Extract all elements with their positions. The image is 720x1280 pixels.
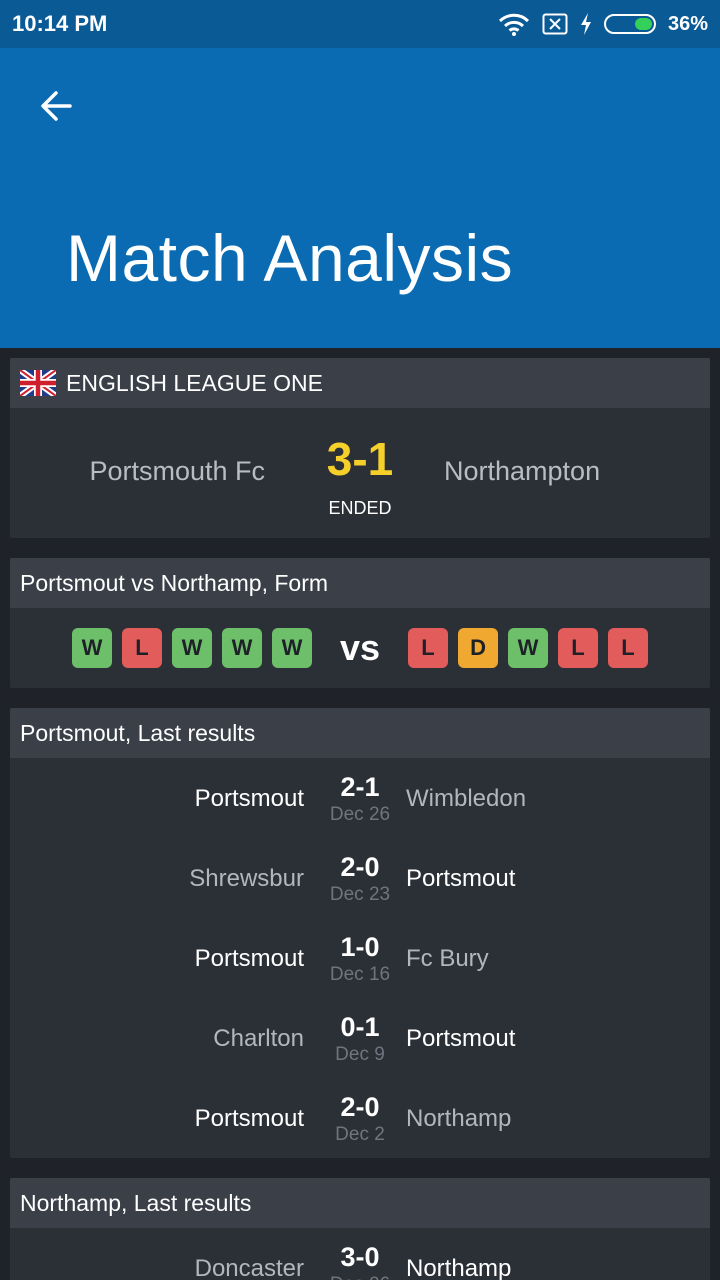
result-score: 2-0 bbox=[340, 1092, 380, 1122]
form-badge: W bbox=[71, 628, 112, 668]
sim-missing-icon bbox=[542, 13, 568, 35]
form-header: Portsmout vs Northamp, Form bbox=[10, 558, 710, 608]
result-score: 0-1 bbox=[340, 1012, 380, 1042]
form-badge: W bbox=[271, 628, 312, 668]
battery-icon bbox=[603, 14, 656, 34]
match-card[interactable]: ENGLISH LEAGUE ONE Portsmouth Fc 3-1 END… bbox=[10, 358, 710, 538]
result-row[interactable]: Portsmout 1-0 Dec 16 Fc Bury bbox=[10, 918, 710, 998]
home-results-header: Portsmout, Last results bbox=[10, 708, 710, 758]
result-row[interactable]: Portsmout 2-0 Dec 2 Northamp bbox=[10, 1078, 710, 1158]
battery-level bbox=[634, 18, 652, 30]
result-score: 1-0 bbox=[340, 932, 380, 962]
result-home-team: Shrewsbur bbox=[189, 865, 304, 892]
league-name: ENGLISH LEAGUE ONE bbox=[66, 369, 323, 396]
result-away-team: Portsmout bbox=[406, 1025, 516, 1052]
away-form: LDWLL bbox=[408, 628, 649, 668]
status-time: 10:14 PM bbox=[12, 11, 108, 36]
result-away-team: Northamp bbox=[406, 1255, 512, 1280]
away-results-card: Northamp, Last results Doncaster 3-0 Dec 2… bbox=[10, 1178, 710, 1280]
battery-percent: 36% bbox=[667, 12, 708, 35]
vs-label: vs bbox=[339, 627, 381, 668]
league-header: ENGLISH LEAGUE ONE bbox=[10, 358, 710, 408]
away-team-name: Northampton bbox=[444, 456, 601, 486]
form-badge: W bbox=[221, 628, 262, 668]
match-score: 3-1 bbox=[326, 433, 394, 485]
form-card: Portsmout vs Northamp, Form WLWWW vs LDW… bbox=[10, 558, 710, 688]
result-row[interactable]: Doncaster 3-0 Dec 26Northamp bbox=[10, 1228, 710, 1280]
home-results-list: Portsmout 2-1 Dec 26 Wimbledon Shrewsbur 2-0 D… bbox=[10, 758, 710, 1158]
home-results-card: Portsmout, Last results Portsmout 2-1 Dec … bbox=[10, 708, 710, 1158]
match-status: ENDED bbox=[328, 498, 392, 518]
status-icons: 36% bbox=[498, 12, 708, 36]
home-form: WLWWW bbox=[71, 628, 312, 668]
charging-icon bbox=[580, 13, 591, 35]
form-badge: D bbox=[458, 628, 499, 668]
away-results-header: Northamp, Last results bbox=[10, 1178, 710, 1228]
result-away-team: Northamp bbox=[406, 1105, 512, 1132]
result-home-team: Portsmout bbox=[194, 1105, 304, 1132]
result-date: Dec 2 bbox=[335, 1124, 385, 1145]
page-title: Match Analysis bbox=[66, 221, 514, 295]
match-score-row: Portsmouth Fc 3-1 ENDED Northampton bbox=[10, 408, 710, 538]
app-bar: Match Analysis bbox=[0, 48, 720, 348]
result-date: Dec 26 bbox=[310, 1274, 410, 1280]
status-bar: 10:14 PM 36% bbox=[0, 0, 720, 48]
result-score: 2-1 bbox=[340, 772, 380, 802]
result-home-team: Portsmout bbox=[194, 785, 304, 812]
arrow-left-icon bbox=[41, 91, 72, 121]
uk-flag-icon bbox=[20, 370, 56, 396]
result-score: 3-0 bbox=[340, 1242, 380, 1272]
away-results-list: Doncaster 3-0 Dec 26Northamp bbox=[10, 1228, 710, 1280]
form-badge: L bbox=[608, 628, 649, 668]
result-score: 2-0 bbox=[340, 852, 380, 882]
result-date: Dec 9 bbox=[335, 1044, 385, 1065]
result-home-team: Doncaster bbox=[194, 1255, 304, 1280]
form-badge: W bbox=[508, 628, 549, 668]
result-date: Dec 23 bbox=[329, 884, 391, 905]
result-row[interactable]: Portsmout 2-1 Dec 26 Wimbledon bbox=[10, 758, 710, 838]
result-row[interactable]: Shrewsbur 2-0 Dec 23 Portsmout bbox=[10, 838, 710, 918]
back-button[interactable] bbox=[28, 78, 84, 134]
form-badge: L bbox=[558, 628, 599, 668]
result-date: Dec 16 bbox=[329, 964, 391, 985]
result-date: Dec 26 bbox=[329, 804, 391, 825]
result-away-team: Fc Bury bbox=[406, 945, 489, 972]
result-away-team: Wimbledon bbox=[406, 785, 527, 812]
form-badge: W bbox=[171, 628, 212, 668]
result-home-team: Charlton bbox=[213, 1025, 304, 1052]
form-badge: L bbox=[121, 628, 162, 668]
form-row: WLWWW vs LDWLL bbox=[10, 608, 710, 688]
result-home-team: Portsmout bbox=[194, 945, 304, 972]
form-badge: L bbox=[408, 628, 449, 668]
wifi-icon bbox=[498, 13, 530, 36]
result-away-team: Portsmout bbox=[406, 865, 516, 892]
result-row[interactable]: Charlton 0-1 Dec 9 Portsmout bbox=[10, 998, 710, 1078]
